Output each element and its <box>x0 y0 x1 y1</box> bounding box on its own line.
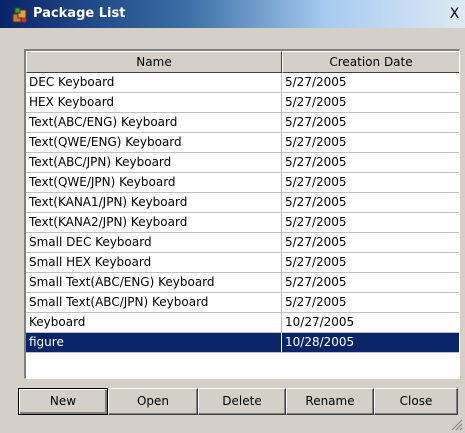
list-row[interactable]: Text(QWE/ENG) Keyboard 5/27/2005 <box>26 133 459 153</box>
row-creation-date: 10/27/2005 <box>285 315 355 329</box>
list-row[interactable]: Small DEC Keyboard 5/27/2005 <box>26 233 459 253</box>
row-creation-date: 5/27/2005 <box>285 275 347 289</box>
list-row[interactable]: DEC Keyboard 5/27/2005 <box>26 73 459 93</box>
row-name: Text(QWE/JPN) Keyboard <box>26 173 282 192</box>
row-name: Text(KANA2/JPN) Keyboard <box>26 213 282 232</box>
resize-grip-icon[interactable] <box>450 418 463 431</box>
list-row[interactable]: Keyboard 10/27/2005 <box>26 313 459 333</box>
list-rows: DEC Keyboard 5/27/2005 HEX Keyboard 5/27/20… <box>26 73 459 353</box>
row-name: figure <box>26 333 282 352</box>
close-icon[interactable]: X <box>448 7 461 21</box>
row-name: Small DEC Keyboard <box>26 233 282 252</box>
window-title: Package List <box>33 6 126 21</box>
row-name: DEC Keyboard <box>26 73 282 92</box>
row-name: Text(KANA1/JPN) Keyboard <box>26 193 282 212</box>
open-button[interactable]: Open <box>108 388 198 415</box>
new-button[interactable]: New <box>18 388 108 415</box>
row-creation-date: 5/27/2005 <box>285 195 347 209</box>
list-row[interactable]: HEX Keyboard 5/27/2005 <box>26 93 459 113</box>
column-header-name[interactable]: Name <box>26 51 282 73</box>
list-row[interactable]: Text(KANA1/JPN) Keyboard 5/27/2005 <box>26 193 459 213</box>
package-icon <box>12 7 27 23</box>
row-creation-date: 10/28/2005 <box>285 335 355 349</box>
list-header: Name Creation Date <box>26 51 459 73</box>
row-creation-date: 5/27/2005 <box>285 155 347 169</box>
list-row[interactable]: Small Text(ABC/JPN) Keyboard 5/27/2005 <box>26 293 459 313</box>
row-creation-date: 5/27/2005 <box>285 75 347 89</box>
title-bar[interactable]: Package List <box>0 0 465 28</box>
list-row[interactable]: Text(ABC/ENG) Keyboard 5/27/2005 <box>26 113 459 133</box>
list-row[interactable]: Text(QWE/JPN) Keyboard 5/27/2005 <box>26 173 459 193</box>
delete-button[interactable]: Delete <box>198 388 286 415</box>
list-row[interactable]: Text(ABC/JPN) Keyboard 5/27/2005 <box>26 153 459 173</box>
list-row[interactable]: figure 10/28/2005 <box>26 333 459 353</box>
row-creation-date: 5/27/2005 <box>285 215 347 229</box>
row-name: Small Text(ABC/JPN) Keyboard <box>26 293 282 312</box>
row-creation-date: 5/27/2005 <box>285 295 347 309</box>
row-name: Text(QWE/ENG) Keyboard <box>26 133 282 152</box>
package-list-dialog: Package List X Name Creation Date DEC Ke… <box>0 0 465 433</box>
row-creation-date: 5/27/2005 <box>285 235 347 249</box>
rename-button[interactable]: Rename <box>286 388 374 415</box>
row-creation-date: 5/27/2005 <box>285 115 347 129</box>
row-name: Small HEX Keyboard <box>26 253 282 272</box>
close-button[interactable]: Close <box>374 388 458 415</box>
row-name: Text(ABC/ENG) Keyboard <box>26 113 282 132</box>
package-list[interactable]: Name Creation Date DEC Keyboard 5/27/2005… <box>24 49 460 379</box>
row-creation-date: 5/27/2005 <box>285 255 347 269</box>
list-row[interactable]: Small Text(ABC/ENG) Keyboard 5/27/2005 <box>26 273 459 293</box>
row-creation-date: 5/27/2005 <box>285 135 347 149</box>
list-row[interactable]: Small HEX Keyboard 5/27/2005 <box>26 253 459 273</box>
row-creation-date: 5/27/2005 <box>285 175 347 189</box>
row-name: HEX Keyboard <box>26 93 282 112</box>
row-name: Keyboard <box>26 313 282 332</box>
row-creation-date: 5/27/2005 <box>285 95 347 109</box>
list-row[interactable]: Text(KANA2/JPN) Keyboard 5/27/2005 <box>26 213 459 233</box>
row-name: Small Text(ABC/ENG) Keyboard <box>26 273 282 292</box>
column-header-creation-date[interactable]: Creation Date <box>282 51 459 73</box>
row-name: Text(ABC/JPN) Keyboard <box>26 153 282 172</box>
button-bar: New Open Delete Rename Close <box>18 388 458 416</box>
